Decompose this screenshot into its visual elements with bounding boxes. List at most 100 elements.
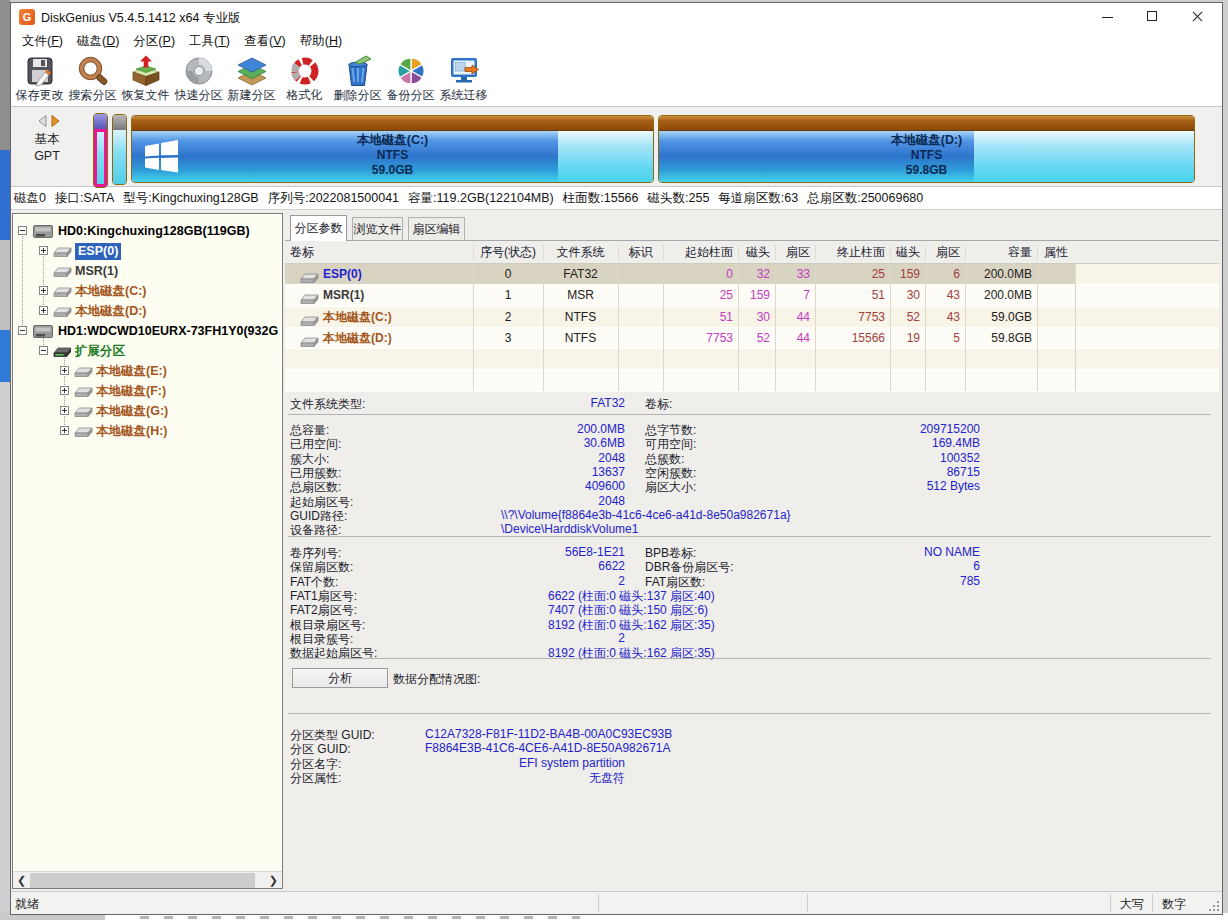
column-header[interactable]: 属性 xyxy=(1042,241,1070,264)
bar-caption-line: NTFS xyxy=(659,148,1194,163)
tab-1[interactable]: 浏览文件 xyxy=(352,217,403,241)
backup-partition-icon xyxy=(395,55,427,87)
table-row[interactable]: 本地磁盘(C:)2NTFS5130447753524359.0GB xyxy=(285,307,1219,328)
toolbar-label: 搜索分区 xyxy=(69,87,117,104)
sec1-row0-label: 总容量: xyxy=(290,422,329,439)
table-row[interactable] xyxy=(285,349,1219,370)
toolbar-backup-partition-button[interactable]: 备份分区 xyxy=(384,52,437,106)
column-header[interactable]: 起始柱面 xyxy=(668,241,733,264)
tree-item-g[interactable]: 本地磁盘(G:) xyxy=(13,401,282,421)
column-header[interactable]: 扇区 xyxy=(780,241,810,264)
tab-2[interactable]: 扇区编辑 xyxy=(408,217,465,241)
minimize-button[interactable] xyxy=(1092,3,1122,30)
toolbar-new-partition-button[interactable]: 新建分区 xyxy=(225,52,278,106)
toolbar-system-migration-button[interactable]: 系统迁移 xyxy=(437,52,490,106)
table-cell: 7753 xyxy=(668,328,733,348)
tree-item-f[interactable]: 本地磁盘(F:) xyxy=(13,381,282,401)
disk-bar-esp[interactable] xyxy=(93,113,108,188)
disk-nav-arrows[interactable] xyxy=(38,115,60,127)
menu-item-2[interactable]: 分区(P) xyxy=(126,30,182,50)
column-header[interactable]: 磁头 xyxy=(743,241,770,264)
table-cell: 30 xyxy=(743,307,770,327)
bar-caption-line: 本地磁盘(D:) xyxy=(659,133,1194,148)
table-cell: 44 xyxy=(780,307,810,327)
tree-expand-plus-icon[interactable] xyxy=(60,366,69,375)
tree-expand-plus-icon[interactable] xyxy=(39,286,48,295)
column-header[interactable]: 卷标 xyxy=(290,241,468,264)
disk-bar-msr[interactable] xyxy=(112,114,127,185)
menu-bar: 文件(F)磁盘(D)分区(P)工具(T)查看(V)帮助(H) xyxy=(11,30,1222,52)
partition-tree-panel: HD0:Kingchuxing128GB(119GB)ESP(0)MSR(1)本… xyxy=(12,213,283,889)
tree-item-label: 扩展分区 xyxy=(75,341,125,361)
toolbar-delete-partition-button[interactable]: 删除分区 xyxy=(331,52,384,106)
tree-expand-plus-icon[interactable] xyxy=(60,426,69,435)
table-row[interactable]: ESP(0)0FAT3203233251596200.0MB xyxy=(285,264,1219,285)
scroll-right-icon[interactable]: ❯ xyxy=(269,875,278,886)
tree-item-label: HD1:WDCWD10EURX-73FH1Y0(932G xyxy=(58,321,278,341)
menu-item-1[interactable]: 磁盘(D) xyxy=(70,30,126,50)
tree-item-hd0kingchuxing128gb119gb[interactable]: HD0:Kingchuxing128GB(119GB) xyxy=(13,221,282,241)
tree-expand-minus-icon[interactable] xyxy=(39,346,48,355)
table-cell xyxy=(1042,264,1070,284)
volume-cell: 本地磁盘(C:) xyxy=(285,307,473,327)
analyze-button[interactable]: 分析 xyxy=(292,668,388,688)
table-row[interactable] xyxy=(285,370,1219,391)
maximize-button[interactable] xyxy=(1137,3,1167,30)
menu-item-3[interactable]: 工具(T) xyxy=(182,30,237,50)
tree-expand-minus-icon[interactable] xyxy=(18,326,27,335)
tree-item-label: 本地磁盘(G:) xyxy=(96,401,168,421)
tree-item-d[interactable]: 本地磁盘(D:) xyxy=(13,301,282,321)
menu-item-5[interactable]: 帮助(H) xyxy=(293,30,349,50)
column-header[interactable]: 序号(状态) xyxy=(478,241,538,264)
tree-expand-plus-icon[interactable] xyxy=(60,406,69,415)
disk-bar-c[interactable]: 本地磁盘(C:)NTFS59.0GB xyxy=(131,115,654,183)
partition-icon xyxy=(53,284,72,302)
diskgenius-window: G DiskGenius V5.4.5.1412 x64 专业版 文件(F)磁盘… xyxy=(10,2,1223,915)
table-row[interactable]: MSR(1)1MSR251597513043200.0MB xyxy=(285,285,1219,306)
tree-item-label: HD0:Kingchuxing128GB(119GB) xyxy=(58,221,250,241)
menu-item-4[interactable]: 查看(V) xyxy=(237,30,293,50)
sec1-row3-label2: 空闲簇数: xyxy=(645,465,696,482)
tree-item-h[interactable]: 本地磁盘(H:) xyxy=(13,421,282,441)
close-button[interactable] xyxy=(1182,3,1212,30)
tree-item-c[interactable]: 本地磁盘(C:) xyxy=(13,281,282,301)
table-row[interactable]: 本地磁盘(D:)3NTFS775352441556619559.8GB xyxy=(285,328,1219,349)
column-header[interactable]: 终止柱面 xyxy=(820,241,885,264)
table-cell: 52 xyxy=(895,307,920,327)
tree-expand-plus-icon[interactable] xyxy=(39,306,48,315)
table-cell: 200.0MB xyxy=(970,264,1032,284)
table-cell: 15566 xyxy=(820,328,885,348)
tree-expand-plus-icon[interactable] xyxy=(39,246,48,255)
main-area: HD0:Kingchuxing128GB(119GB)ESP(0)MSR(1)本… xyxy=(11,210,1222,891)
tab-0[interactable]: 分区参数 xyxy=(290,215,347,241)
tree-item-msr1[interactable]: MSR(1) xyxy=(13,261,282,281)
table-cell xyxy=(1042,328,1070,348)
toolbar-recover-files-button[interactable]: 恢复文件 xyxy=(119,52,172,106)
column-header[interactable]: 容量 xyxy=(970,241,1032,264)
toolbar-search-partition-button[interactable]: 搜索分区 xyxy=(66,52,119,106)
tree-horizontal-scrollbar[interactable]: ❮ ❯ xyxy=(13,871,282,888)
tree-expand-plus-icon[interactable] xyxy=(60,386,69,395)
tree-item-e[interactable]: 本地磁盘(E:) xyxy=(13,361,282,381)
scrollbar-thumb[interactable] xyxy=(30,873,255,888)
column-header[interactable]: 磁头 xyxy=(895,241,920,264)
detail-panel: 分区参数浏览文件扇区编辑卷标序号(状态)文件系统标识起始柱面磁头扇区终止柱面磁头… xyxy=(285,210,1219,891)
tree-item-hd1wdcwd10eurx73fh1y0932g[interactable]: HD1:WDCWD10EURX-73FH1Y0(932G xyxy=(13,321,282,341)
toolbar-format-button[interactable]: 格式化 xyxy=(278,52,331,106)
toolbar-save-changes-button[interactable]: 保存更改 xyxy=(13,52,66,106)
disk-bar-d[interactable]: 本地磁盘(D:)NTFS59.8GB xyxy=(658,115,1195,183)
resize-grip[interactable] xyxy=(1209,901,1219,911)
background-left-strip xyxy=(0,0,10,920)
tree-item-label: 本地磁盘(C:) xyxy=(75,281,147,301)
column-header[interactable]: 文件系统 xyxy=(548,241,613,264)
menu-item-0[interactable]: 文件(F) xyxy=(15,30,70,50)
table-cell: 25 xyxy=(820,264,885,284)
toolbar-quick-partition-button[interactable]: 快速分区 xyxy=(172,52,225,106)
tree-item-esp0[interactable]: ESP(0) xyxy=(13,241,282,261)
column-header[interactable]: 标识 xyxy=(623,241,658,264)
scroll-left-icon[interactable]: ❮ xyxy=(17,875,26,886)
sec2-row5-value: 8192 (柱面:0 磁头:162 扇区:35) xyxy=(548,617,715,634)
tree-expand-minus-icon[interactable] xyxy=(18,226,27,235)
column-header[interactable]: 扇区 xyxy=(930,241,960,264)
tree-item-[interactable]: 扩展分区 xyxy=(13,341,282,361)
